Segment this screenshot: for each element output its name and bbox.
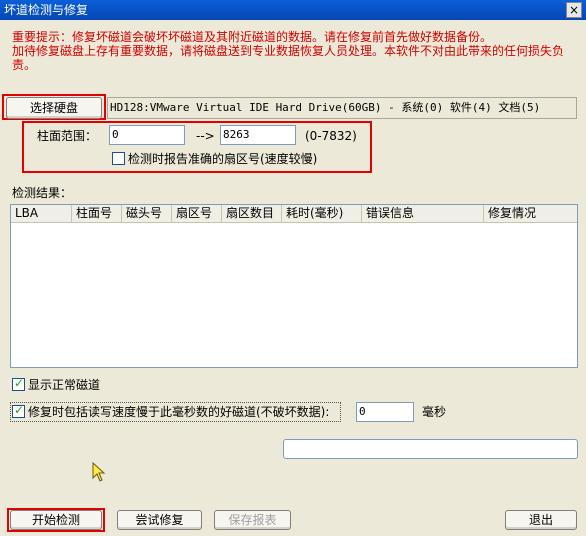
select-disk-button[interactable]: 选择硬盘 <box>6 97 102 119</box>
warning-line-1: 重要提示：修复坏磁道会破坏坏磁道及其附近磁道的数据。请在修复前首先做好数据备份。 <box>12 30 493 44</box>
col-sector-count[interactable]: 扇区数目 <box>222 205 282 222</box>
include-slow-checkbox[interactable] <box>12 403 25 418</box>
col-sector[interactable]: 扇区号 <box>172 205 222 222</box>
show-normal-label: 显示正常磁道 <box>28 378 101 392</box>
slow-ms-unit: 毫秒 <box>422 405 447 419</box>
range-hint: (0-7832) <box>305 129 357 143</box>
col-repair[interactable]: 修复情况 <box>484 205 577 222</box>
show-normal-checkbox[interactable] <box>12 376 25 391</box>
include-slow-label: 修复时包括读写速度慢于此毫秒数的好磁道(不破坏数据): <box>28 405 330 419</box>
range-end-input[interactable]: 8263 <box>220 125 296 145</box>
try-repair-button[interactable]: 尝试修复 <box>117 510 202 530</box>
progress-bar <box>283 439 578 459</box>
window-title: 坏道检测与修复 <box>4 3 89 17</box>
col-head[interactable]: 磁头号 <box>122 205 172 222</box>
results-title: 检测结果： <box>12 186 73 200</box>
window-titlebar: 坏道检测与修复 × <box>0 0 586 20</box>
mouse-cursor-icon <box>92 461 106 485</box>
range-start-input[interactable]: 0 <box>109 125 185 145</box>
range-arrow: --> <box>196 129 215 143</box>
warning-line-2: 加待修复磁盘上存有重要数据，请将磁盘送到专业数据恢复人员处理。本软件不对由此带来… <box>12 44 565 72</box>
results-table[interactable]: LBA 柱面号 磁头号 扇区号 扇区数目 耗时(毫秒) 错误信息 修复情况 <box>10 204 578 368</box>
start-scan-button[interactable]: 开始检测 <box>10 510 102 530</box>
report-sector-checkbox[interactable] <box>112 152 125 165</box>
save-report-button[interactable]: 保存报表 <box>214 510 291 530</box>
range-label: 柱面范围： <box>37 129 98 143</box>
disk-info: HD128:VMware Virtual IDE Hard Drive(60GB… <box>107 97 577 119</box>
col-lba[interactable]: LBA <box>11 205 72 222</box>
col-error[interactable]: 错误信息 <box>362 205 484 222</box>
results-header: LBA 柱面号 磁头号 扇区号 扇区数目 耗时(毫秒) 错误信息 修复情况 <box>11 205 577 223</box>
exit-button[interactable]: 退出 <box>505 510 577 530</box>
report-sector-label: 检测时报告准确的扇区号(速度较慢) <box>128 152 318 166</box>
close-button[interactable]: × <box>566 2 582 18</box>
col-time[interactable]: 耗时(毫秒) <box>282 205 362 222</box>
col-cylinder[interactable]: 柱面号 <box>72 205 122 222</box>
slow-ms-input[interactable]: 0 <box>356 402 414 422</box>
warning-text: 重要提示：修复坏磁道会破坏坏磁道及其附近磁道的数据。请在修复前首先做好数据备份。… <box>12 30 578 72</box>
